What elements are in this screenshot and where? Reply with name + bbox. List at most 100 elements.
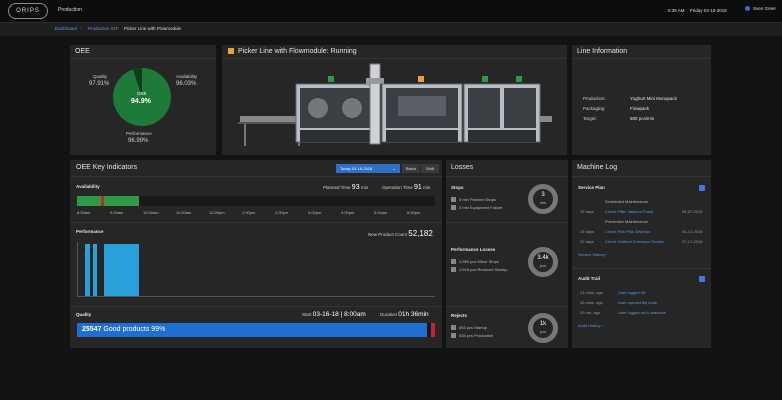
service-days-word: days [585,229,595,234]
performance-losses-item: 1,618 pcs Reduced Startup [451,267,507,273]
breadcrumb-production[interactable]: Production SIT [88,26,118,31]
audit-ago: 45 mins. ago [580,300,603,305]
quality-start-value: 03-16-18 | 8:00am [312,311,366,318]
service-days-value: 19 [580,229,585,234]
date-picker-label: Today 03-16-2018 [340,166,373,171]
operation-time-label: Operation Time [382,185,413,190]
line-info-value-packaging: Flowpack [630,106,650,111]
batch-button[interactable]: Batch [402,164,420,173]
good-count: 25547 [82,326,102,333]
operation-time-value: 91 [414,184,422,191]
rejects-item: 553 pcs Startup [451,325,487,331]
performance-losses-ring-value: 3.4k [537,255,549,261]
machine-title: Picker Line with Flowmodule: Running [238,48,357,55]
performance-x-axis [77,296,435,297]
performance-losses-item-label: 1,850 pcs Minor Stops [459,259,499,264]
divider [446,306,568,307]
user-menu[interactable]: Sven Greer [745,6,776,11]
audit-history-link[interactable]: Audit History › [578,323,603,328]
top-bar [0,0,782,22]
legend-square [451,197,456,203]
service-plan-title: Service Plan [578,185,605,190]
audit-entry[interactable]: User opened flip book [618,300,657,305]
divider [572,176,711,177]
oee-quality-label: Quality [93,74,108,79]
service-days: 19 days [580,229,594,234]
timeline-tick-label: 6:00pm [407,210,421,215]
line-info-label-production: Production: [583,96,606,101]
timeline-axis: 8:00am 9:00am 10:00am 11:00am 12:00pm 1:00pm 2… [77,210,420,218]
calendar-icon[interactable] [699,185,705,191]
performance-bar [85,244,90,296]
quality-start: Start 03-16-18 | 8:00am [302,311,366,318]
service-days-word: days [585,239,595,244]
user-avatar-icon [745,6,750,11]
clock-date: Friday 03-16-2018 [690,8,727,13]
quality-duration: Duration 01h 36min [380,311,429,318]
module-2-picker [398,96,446,116]
date-picker-button[interactable]: Today 03-16-2018 ⌄ [336,164,400,173]
planned-time: Planned Time 93 min [323,184,368,191]
performance-y-axis [77,242,78,296]
operation-time-unit: min [423,185,431,190]
shift-button[interactable]: Shift [421,164,439,173]
clock-time: 8:36 AM [668,8,685,13]
line-info-title: Line Information [577,48,628,55]
rejects-item-label: 535 pcs Production [459,333,494,338]
module-1-status-light [328,76,334,82]
stops-item-label: 5 min Planned Stops [459,197,496,202]
quality-title: Quality [76,312,92,317]
module-2-status-light [418,76,424,82]
timeline-tick-label: 12:00pm [209,210,225,215]
legend-square [451,333,456,339]
service-link[interactable]: Check Pick Pick Gearbox [605,229,650,234]
kpi-title: OEE Key Indicators [76,164,138,171]
quality-start-label: Start [302,312,312,317]
conveyor-leg [244,124,246,146]
module-3-base [468,130,536,142]
new-product-value: 52,182 [408,229,433,238]
new-product-label: New Product Count [368,232,408,237]
legend-square [451,259,456,265]
module-1-drum [342,98,362,118]
performance-losses-title: Performance Losses [451,247,496,252]
rejects-ring [528,313,558,343]
timeline-tick-label: 9:00am [110,210,124,215]
planned-time-unit: min [360,185,369,190]
timeline-tick-label: 4:00pm [341,210,355,215]
module-3-window-right [504,88,536,128]
chevron-down-icon: ⌄ [392,166,396,171]
audit-entry[interactable]: User logged on to machine [618,310,666,315]
module-2-base [386,130,458,142]
module-1-drum [308,98,328,118]
breadcrumb-separator: › [117,26,119,31]
performance-title: Performance [76,229,104,234]
stops-ring [528,184,558,214]
breadcrumb-dashboard[interactable]: Dashboard [55,26,77,31]
divider [70,176,442,177]
breadcrumb-current: Picker Line with Flowmodule [124,26,182,31]
legend-square [451,325,456,331]
calendar-icon[interactable] [699,276,705,282]
planned-time-value: 93 [351,184,360,191]
oee-performance-value: 96.99% [128,138,149,144]
quality-duration-value: 01h 36min [398,311,429,318]
audit-entry[interactable]: User logged off [618,290,645,295]
service-history-link[interactable]: Service History › [578,252,607,257]
rejects-title: Rejects [451,313,468,318]
performance-bar [104,244,139,296]
service-days-value: 26 [580,239,585,244]
stops-item: 3 min Equipment Failure [451,205,502,211]
divider [446,176,568,177]
service-link[interactable]: Check Filter Vacuum Pump [605,209,653,214]
oee-center-label: OEE [137,91,147,96]
quality-good-label: 25547 Good products 99% [82,326,165,333]
audit-ago: 24 mins. ago [580,290,603,295]
stops-ring-value: 3 [541,192,545,198]
service-link[interactable]: Check Outfeed Conveyor Section [605,239,664,244]
losses-title: Losses [451,164,474,171]
timeline-tick-label: 10:00am [143,210,159,215]
divider [70,306,442,307]
module-3-window-left [468,88,500,128]
app-logo[interactable]: ORIPS [8,3,48,19]
